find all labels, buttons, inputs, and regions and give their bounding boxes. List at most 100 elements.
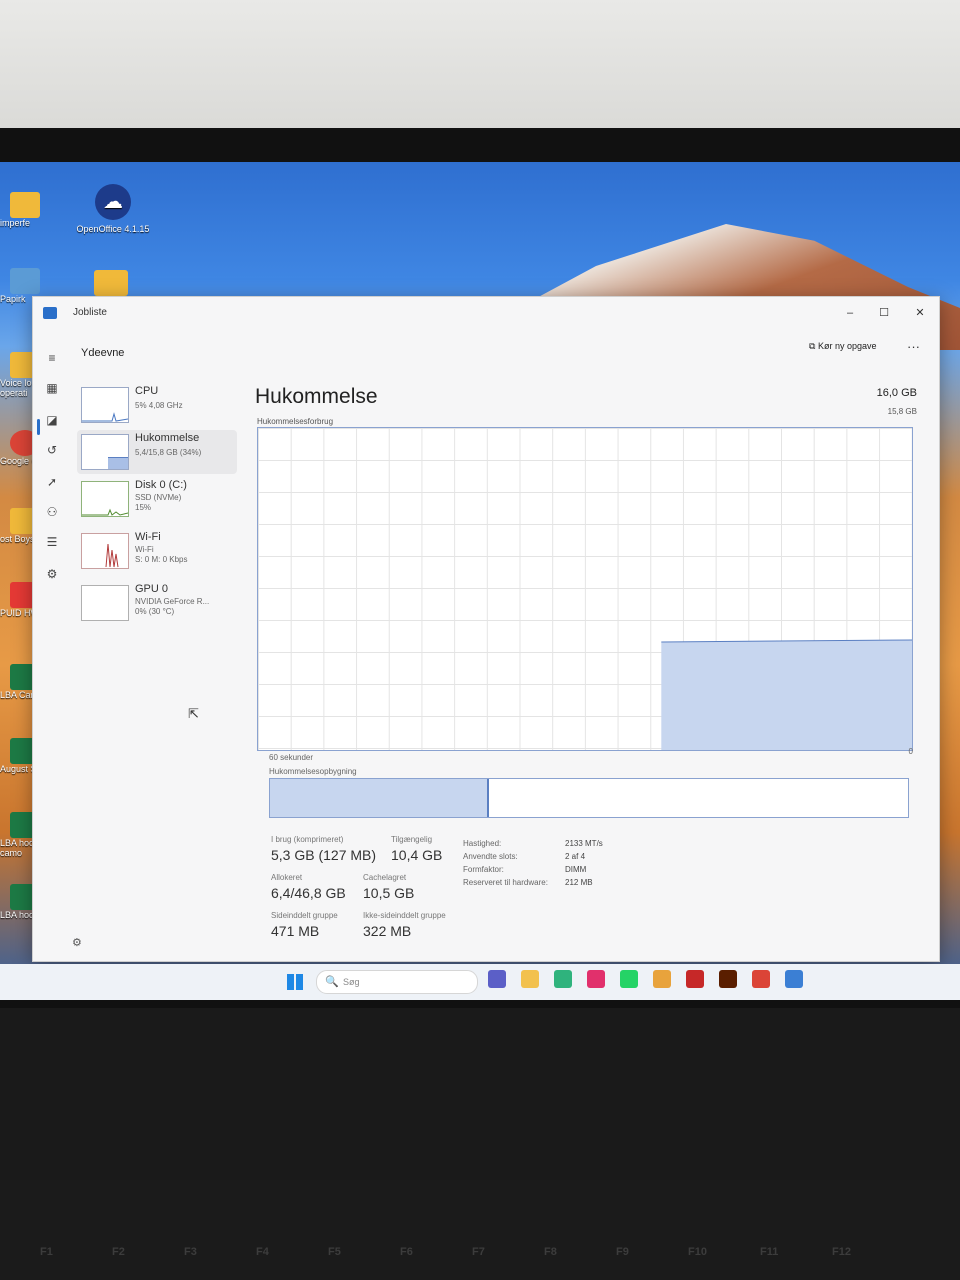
function-key: F11 <box>760 1246 779 1258</box>
sidebar-item-detail: 5,4/15,8 GB (34%) <box>135 448 202 457</box>
sidebar-item-detail: Wi-Fi <box>135 545 154 554</box>
sidebar-item-label: Wi-Fi <box>135 531 161 543</box>
stat-paged-pool: Sideinddelt gruppe 471 MB <box>271 911 338 939</box>
minimize-button[interactable]: – <box>835 303 865 323</box>
maximize-button[interactable]: ☐ <box>869 303 899 323</box>
whatsapp-icon[interactable] <box>620 970 638 988</box>
function-key: F1 <box>40 1246 53 1258</box>
more-options-button[interactable]: ··· <box>907 339 920 354</box>
task-manager-icon <box>43 307 57 319</box>
close-button[interactable]: ✕ <box>905 303 935 323</box>
taskbar: 🔍 Søg <box>0 964 960 1000</box>
start-button-icon[interactable] <box>287 974 303 990</box>
function-key: F8 <box>544 1246 557 1258</box>
memory-properties-labels: Hastighed: Anvendte slots: Formfaktor: R… <box>463 837 548 889</box>
sidebar-item-detail: NVIDIA GeForce R... <box>135 597 210 606</box>
property-value: 2133 MT/s <box>565 839 603 848</box>
stat-label: Allokeret <box>271 873 303 882</box>
title-bar[interactable]: Jobliste – ☐ ✕ <box>33 297 939 333</box>
stat-value: 471 MB <box>271 923 320 939</box>
function-key: F9 <box>616 1246 629 1258</box>
performance-icon[interactable]: ◪ <box>43 411 61 429</box>
property-label: Hastighed: <box>463 839 502 848</box>
sidebar-item-wifi[interactable]: Wi-Fi Wi-Fi S: 0 M: 0 Kbps <box>77 529 237 573</box>
run-new-task-button[interactable]: ⧉ Kør ny opgave <box>809 341 876 352</box>
app-icon[interactable] <box>686 970 704 988</box>
memory-title: Hukommelse <box>255 385 378 408</box>
users-icon[interactable]: ⚇ <box>43 503 61 521</box>
keyboard: F1 F2 F3 F4 F5 F6 F7 F8 F9 F10 F11 F12 <box>0 1180 960 1280</box>
nav-rail: ≡ ▦ ◪ ↺ ➚ ⚇ ☰ ⚙ <box>33 333 73 961</box>
memory-properties-values: 2133 MT/s 2 af 4 DIMM 212 MB <box>565 837 603 889</box>
gpu-thumbnail-graph <box>81 585 129 621</box>
sidebar-item-gpu[interactable]: GPU 0 NVIDIA GeForce R... 0% (30 °C) <box>77 581 237 625</box>
hamburger-menu-icon[interactable]: ≡ <box>43 349 61 367</box>
photos-icon[interactable] <box>653 970 671 988</box>
settings-icon[interactable]: ⚙ <box>72 936 82 949</box>
sidebar-item-label: CPU <box>135 385 159 397</box>
disk-thumbnail-graph <box>81 481 129 517</box>
memory-usage-chart <box>257 427 913 751</box>
app-history-icon[interactable]: ↺ <box>43 441 61 459</box>
wifi-thumbnail-graph <box>81 533 129 569</box>
sidebar-item-detail: 5% 4,08 GHz <box>135 401 183 410</box>
sidebar-item-memory[interactable]: Hukommelse 5,4/15,8 GB (34%) <box>77 430 237 474</box>
teams-icon[interactable] <box>488 970 506 988</box>
desktop-icon[interactable]: imperfe <box>0 192 60 228</box>
folder-icon[interactable] <box>94 270 128 296</box>
file-explorer-icon[interactable] <box>521 970 539 988</box>
startup-apps-icon[interactable]: ➚ <box>43 473 61 491</box>
sidebar-item-cpu[interactable]: CPU 5% 4,08 GHz <box>77 383 237 427</box>
run-task-icon: ⧉ <box>809 341 816 351</box>
stat-in-use: I brug (komprimeret) 5,3 GB (127 MB) <box>271 835 376 863</box>
memory-composition-used <box>270 779 489 817</box>
sidebar-item-label: Disk 0 (C:) <box>135 479 187 491</box>
property-label: Reserveret til hardware: <box>463 878 548 887</box>
folder-icon <box>10 192 40 218</box>
task-manager-window: Jobliste – ☐ ✕ ≡ ▦ ◪ ↺ ➚ ⚇ ☰ ⚙ Ydeevne ⧉… <box>32 296 940 962</box>
task-manager-icon[interactable] <box>785 970 803 988</box>
sidebar-item-detail: SSD (NVMe) <box>135 493 182 502</box>
property-label: Formfaktor: <box>463 865 504 874</box>
stat-available: Tilgængelig 10,4 GB <box>391 835 442 863</box>
property-value: 212 MB <box>565 878 593 887</box>
memory-thumbnail-graph <box>81 434 129 470</box>
details-icon[interactable]: ☰ <box>43 533 61 551</box>
sidebar-item-disk[interactable]: Disk 0 (C:) SSD (NVMe) 15% <box>77 477 237 521</box>
function-key: F12 <box>832 1246 851 1258</box>
performance-sidebar: CPU 5% 4,08 GHz Hukommelse 5,4/15,8 GB (… <box>77 383 245 943</box>
desktop-icon-openoffice[interactable]: ☁ OpenOffice 4.1.15 <box>68 184 158 234</box>
memory-thumbnail-fill <box>108 457 128 469</box>
search-icon: 🔍 <box>325 976 339 988</box>
function-key: F7 <box>472 1246 485 1258</box>
recycle-bin-icon <box>10 268 40 294</box>
edge-icon[interactable] <box>554 970 572 988</box>
stat-cached: Cachelagret 10,5 GB <box>363 873 414 901</box>
services-icon[interactable]: ⚙ <box>43 565 61 583</box>
stat-label: Cachelagret <box>363 873 407 882</box>
memory-usage-plot <box>661 639 912 750</box>
sidebar-item-label: GPU 0 <box>135 583 169 595</box>
memory-composition-label: Hukommelsesopbygning <box>269 767 357 776</box>
stat-label: Ikke-sideinddelt gruppe <box>363 911 446 920</box>
memory-usage-label: Hukommelsesforbrug <box>257 417 334 426</box>
instagram-icon[interactable] <box>587 970 605 988</box>
processes-icon[interactable]: ▦ <box>43 379 61 397</box>
taskbar-search[interactable]: 🔍 Søg <box>316 970 478 994</box>
function-key: F2 <box>112 1246 125 1258</box>
chrome-icon[interactable] <box>752 970 770 988</box>
mouse-cursor-icon: ⇱ <box>188 706 199 721</box>
desktop-screen: imperfe Papirk Voice lo operati Google C… <box>0 162 960 1000</box>
stat-value: 6,4/46,8 GB <box>271 885 346 901</box>
openoffice-icon: ☁ <box>95 184 131 220</box>
property-value: 2 af 4 <box>565 852 586 861</box>
search-placeholder: Søg <box>343 977 360 987</box>
stat-nonpaged-pool: Ikke-sideinddelt gruppe 322 MB <box>363 911 446 939</box>
function-key: F4 <box>256 1246 269 1258</box>
illustrator-icon[interactable] <box>719 970 737 988</box>
function-key: F5 <box>328 1246 341 1258</box>
memory-usage-max: 15,8 GB <box>887 407 917 416</box>
stat-label: Sideinddelt gruppe <box>271 911 338 920</box>
run-task-label: Kør ny opgave <box>817 341 877 351</box>
window-title: Jobliste <box>73 307 107 318</box>
